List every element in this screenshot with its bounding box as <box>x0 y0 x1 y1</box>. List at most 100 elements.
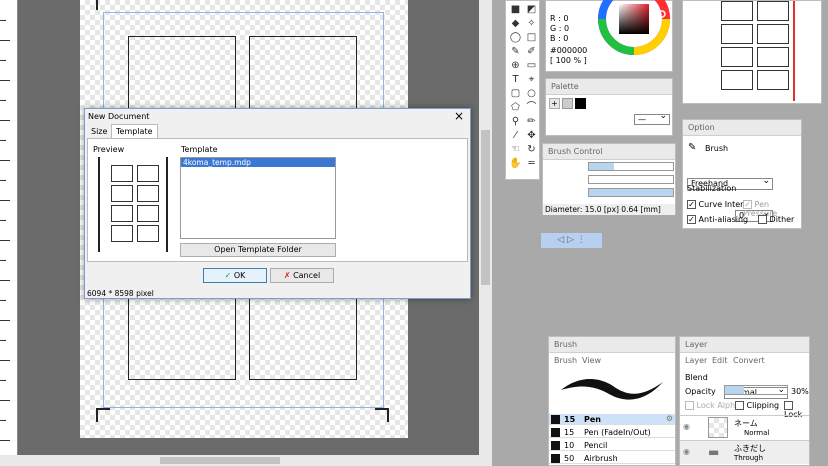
shape-icon[interactable]: ⌖ <box>525 73 538 86</box>
brush-item[interactable]: 15 Pen ⚙ <box>549 414 675 425</box>
dither-option[interactable]: Dither <box>758 215 794 224</box>
pen-icon[interactable]: ✎ <box>509 45 522 58</box>
brush-menu-brush[interactable]: Brush <box>554 356 577 365</box>
stabilization-label: Stabilization <box>687 184 737 193</box>
brush-item[interactable]: 15 Pen (FadeIn/Out) <box>549 427 675 438</box>
gear-icon[interactable]: ⚙ <box>666 414 673 423</box>
brush-menu-view[interactable]: View <box>582 356 601 365</box>
lock-checkbox[interactable] <box>784 401 793 410</box>
lasso-icon[interactable]: ◯ <box>509 31 522 44</box>
eraser-icon[interactable]: ▭ <box>525 59 538 72</box>
crop-mark-bl <box>96 408 110 422</box>
new-document-dialog: New Document × Size Template Preview Tem… <box>84 108 471 299</box>
open-template-folder-button[interactable]: Open Template Folder <box>180 243 336 257</box>
canvas-horizontal-scroll-thumb[interactable] <box>160 457 280 464</box>
brush-item[interactable]: 10 Pencil <box>549 440 675 451</box>
eye-icon[interactable]: ◉ <box>683 447 690 456</box>
tab-template[interactable]: Template <box>111 124 158 138</box>
frame-icon[interactable]: □ <box>525 31 538 44</box>
eye-icon[interactable]: ◉ <box>683 422 690 431</box>
color-r-value: R : 0 <box>550 14 569 23</box>
opacity-slider[interactable] <box>724 385 788 395</box>
ruler-icon[interactable]: ═ <box>525 157 538 170</box>
edit-icon[interactable]: ✏ <box>525 115 538 128</box>
folder-icon: ▬ <box>708 445 720 459</box>
grab-icon[interactable]: ✋ <box>509 157 522 170</box>
brush-item-size: 15 <box>564 428 575 437</box>
palette-panel: Palette + — <box>545 78 673 136</box>
color-g-value: G : 0 <box>550 24 570 33</box>
anti-aliasing-option[interactable]: ✓ Anti-aliasing <box>687 215 748 224</box>
color-wheel[interactable] <box>596 0 672 57</box>
lock-alpha-option: Lock Alpha <box>685 401 740 410</box>
rect-shape-icon[interactable]: ▢ <box>509 87 522 100</box>
cancel-label: Cancel <box>293 271 321 280</box>
dialog-status-text: 6094 * 8598 pixel <box>87 289 154 298</box>
ok-button[interactable]: ✓ OK <box>203 268 267 283</box>
fill-bucket-icon[interactable]: ◩ <box>525 3 538 16</box>
palette-add-button[interactable]: + <box>549 98 560 109</box>
canvas-vertical-scroll-thumb[interactable] <box>481 130 490 285</box>
option-tool-name: Brush <box>705 144 729 153</box>
cancel-button[interactable]: ✗ Cancel <box>270 268 334 283</box>
layer-panel: Layer Layer Edit Convert Blend Normal Op… <box>679 336 810 466</box>
text-icon[interactable]: T <box>509 73 522 86</box>
brush-item-name: Pen <box>584 415 601 424</box>
hand-icon[interactable]: ☜ <box>509 143 522 156</box>
brush-size-slider-2[interactable] <box>588 175 674 184</box>
brush-icon[interactable]: ✐ <box>525 45 538 58</box>
dither-checkbox[interactable] <box>758 215 767 224</box>
template-list-item[interactable]: 4koma_temp.mdp <box>181 158 335 167</box>
curve-interp-option[interactable]: ✓ Curve Interp <box>687 200 749 209</box>
layer-item[interactable]: ◉ ネーム Normal <box>680 415 809 439</box>
template-preview <box>94 157 174 252</box>
layer-menu-convert[interactable]: Convert <box>733 356 765 365</box>
lock-alpha-label: Lock Alpha <box>696 401 741 410</box>
brush-item[interactable]: 50 Airbrush <box>549 453 675 464</box>
scroll-nav-widget[interactable]: ◁ ▷ ⋮ <box>541 233 602 248</box>
pen-pressure-checkbox: ✓ <box>743 200 752 209</box>
layer-menu-layer[interactable]: Layer <box>685 356 707 365</box>
brush-tool-icon: ✎ <box>688 142 697 153</box>
curve-interp-checkbox[interactable]: ✓ <box>687 200 696 209</box>
layer-panel-title: Layer <box>680 337 809 353</box>
paint-bucket-icon[interactable]: ◆ <box>509 17 522 30</box>
mesh-icon[interactable]: ⊕ <box>509 59 522 72</box>
navigator-page[interactable] <box>711 1 795 101</box>
brush-panel-title: Brush <box>549 337 675 353</box>
zoom-icon[interactable]: ⚲ <box>509 115 522 128</box>
palette-dropdown[interactable]: — <box>634 112 670 125</box>
ellipse-icon[interactable]: ○ <box>525 87 538 100</box>
magic-wand-icon[interactable]: ✧ <box>525 17 538 30</box>
blend-label: Blend <box>685 373 708 382</box>
polygon-icon[interactable]: ⬠ <box>509 101 522 114</box>
dialog-close-button[interactable]: × <box>454 109 464 123</box>
brush-stroke-preview <box>551 368 673 412</box>
brush-size-slider-3[interactable] <box>588 188 674 197</box>
palette-swatch-black[interactable] <box>575 98 586 109</box>
layer-item[interactable]: ◉ ▬ ふきだし Through <box>680 440 809 464</box>
curve-icon[interactable]: ⌒ <box>525 101 538 114</box>
brush-item-name: Pen (FadeIn/Out) <box>584 428 651 437</box>
color-hex-value: #000000 <box>550 46 588 55</box>
tab-size[interactable]: Size <box>88 126 110 137</box>
eyedropper-icon[interactable]: ⁄ <box>509 129 522 142</box>
layer-menu-edit[interactable]: Edit <box>712 356 728 365</box>
clipping-option[interactable]: Clipping <box>735 401 779 410</box>
anti-aliasing-checkbox[interactable]: ✓ <box>687 215 696 224</box>
brush-item-size: 15 <box>564 415 576 424</box>
rotate-icon[interactable]: ↻ <box>525 143 538 156</box>
ok-label: OK <box>233 271 246 280</box>
clipping-checkbox[interactable] <box>735 401 744 410</box>
palette-swatch-gray[interactable] <box>562 98 573 109</box>
layer-mode: Normal <box>744 429 770 437</box>
rect-select-icon[interactable]: ■ <box>509 3 522 16</box>
template-list[interactable]: 4koma_temp.mdp <box>180 157 336 239</box>
move-icon[interactable]: ✥ <box>525 129 538 142</box>
layer-thumbnail <box>708 417 728 438</box>
color-alpha-value: [ 100 % ] <box>550 56 587 65</box>
clipping-label: Clipping <box>746 401 780 410</box>
brush-size-slider-1[interactable] <box>588 162 674 171</box>
toolbox: ■ ◩ ◆ ✧ ◯ □ ✎ ✐ ⊕ ▭ T ⌖ ▢ ○ ⬠ ⌒ ⚲ ✏ ⁄ ✥ … <box>505 0 540 180</box>
vertical-ruler <box>0 0 18 466</box>
